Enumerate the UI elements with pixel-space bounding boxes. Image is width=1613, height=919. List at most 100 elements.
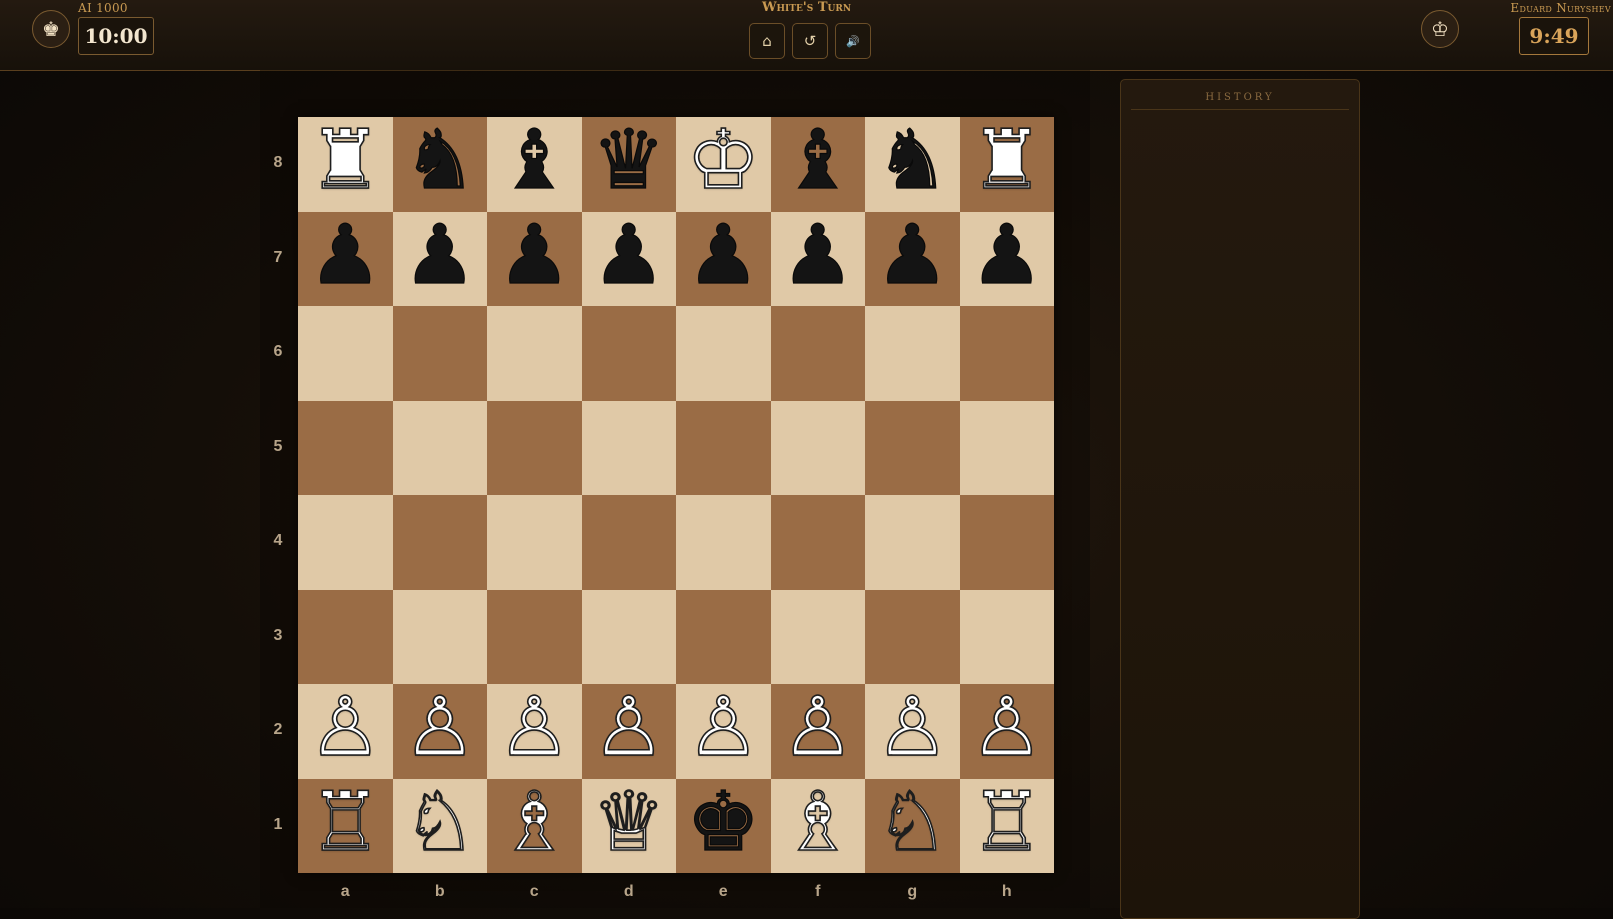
piece-b1[interactable]: ♘ bbox=[402, 780, 477, 864]
piece-h8[interactable]: ♜ bbox=[969, 119, 1044, 203]
square-d8[interactable]: ♛ bbox=[581, 117, 676, 212]
square-f5[interactable] bbox=[770, 400, 865, 495]
square-a5[interactable] bbox=[298, 400, 393, 495]
piece-h1[interactable]: ♖ bbox=[969, 780, 1044, 864]
square-h6[interactable] bbox=[959, 306, 1054, 401]
square-h1[interactable]: ♖ bbox=[959, 778, 1054, 873]
square-d5[interactable] bbox=[581, 400, 676, 495]
square-b5[interactable] bbox=[392, 400, 487, 495]
piece-a1[interactable]: ♖ bbox=[308, 780, 383, 864]
square-a1[interactable]: ♖ bbox=[298, 778, 393, 873]
square-b2[interactable]: ♙ bbox=[392, 684, 487, 779]
square-e7[interactable]: ♟ bbox=[676, 211, 771, 306]
square-d3[interactable] bbox=[581, 589, 676, 684]
square-a2[interactable]: ♙ bbox=[298, 684, 393, 779]
square-g2[interactable]: ♙ bbox=[865, 684, 960, 779]
piece-a2[interactable]: ♙ bbox=[308, 686, 383, 770]
piece-e2[interactable]: ♙ bbox=[686, 686, 761, 770]
square-f1[interactable]: ♗ bbox=[770, 778, 865, 873]
square-c2[interactable]: ♙ bbox=[487, 684, 582, 779]
square-d6[interactable] bbox=[581, 306, 676, 401]
square-c5[interactable] bbox=[487, 400, 582, 495]
square-b7[interactable]: ♟ bbox=[392, 211, 487, 306]
piece-c1[interactable]: ♗ bbox=[497, 780, 572, 864]
square-d7[interactable]: ♟ bbox=[581, 211, 676, 306]
square-e1[interactable]: ♚ bbox=[676, 778, 771, 873]
piece-d1[interactable]: ♕ bbox=[591, 780, 666, 864]
square-h4[interactable] bbox=[959, 495, 1054, 590]
square-c7[interactable]: ♟ bbox=[487, 211, 582, 306]
piece-f8[interactable]: ♝ bbox=[780, 119, 855, 202]
chess-board[interactable]: ♜ ♞ ♝ ♛ ♔ ♝ ♞ ♜ ♟ ♟ ♟ ♟ ♟ ♟ ♟ ♟ ♙ ♙ ♙ ♙ ♙ ♙ ♙ ♙ ♖ ♘ ♗ ♕ ♚ ♗ ♘ ♖ bbox=[298, 117, 1054, 873]
piece-d7[interactable]: ♟ bbox=[591, 214, 666, 297]
square-h5[interactable] bbox=[959, 400, 1054, 495]
square-f4[interactable] bbox=[770, 495, 865, 590]
square-e3[interactable] bbox=[676, 589, 771, 684]
piece-g8[interactable]: ♞ bbox=[875, 119, 950, 202]
piece-f7[interactable]: ♟ bbox=[780, 214, 855, 297]
square-e6[interactable] bbox=[676, 306, 771, 401]
square-h2[interactable]: ♙ bbox=[959, 684, 1054, 779]
square-c3[interactable] bbox=[487, 589, 582, 684]
square-d4[interactable] bbox=[581, 495, 676, 590]
piece-d8[interactable]: ♛ bbox=[591, 119, 666, 202]
square-c6[interactable] bbox=[487, 306, 582, 401]
piece-b2[interactable]: ♙ bbox=[402, 686, 477, 770]
square-e4[interactable] bbox=[676, 495, 771, 590]
square-g4[interactable] bbox=[865, 495, 960, 590]
piece-h7[interactable]: ♟ bbox=[969, 214, 1044, 297]
square-b4[interactable] bbox=[392, 495, 487, 590]
square-f8[interactable]: ♝ bbox=[770, 117, 865, 212]
piece-c7[interactable]: ♟ bbox=[497, 214, 572, 297]
square-c8[interactable]: ♝ bbox=[487, 117, 582, 212]
square-e5[interactable] bbox=[676, 400, 771, 495]
square-a4[interactable] bbox=[298, 495, 393, 590]
piece-a8[interactable]: ♜ bbox=[308, 119, 383, 203]
square-c1[interactable]: ♗ bbox=[487, 778, 582, 873]
piece-e1[interactable]: ♚ bbox=[686, 781, 761, 864]
piece-e8[interactable]: ♔ bbox=[686, 119, 761, 203]
square-h8[interactable]: ♜ bbox=[959, 117, 1054, 212]
square-g7[interactable]: ♟ bbox=[865, 211, 960, 306]
square-g1[interactable]: ♘ bbox=[865, 778, 960, 873]
square-f6[interactable] bbox=[770, 306, 865, 401]
piece-g7[interactable]: ♟ bbox=[875, 214, 950, 297]
square-g5[interactable] bbox=[865, 400, 960, 495]
square-b3[interactable] bbox=[392, 589, 487, 684]
square-a6[interactable] bbox=[298, 306, 393, 401]
square-e8[interactable]: ♔ bbox=[676, 117, 771, 212]
piece-a7[interactable]: ♟ bbox=[308, 214, 383, 297]
piece-c8[interactable]: ♝ bbox=[497, 119, 572, 202]
square-h3[interactable] bbox=[959, 589, 1054, 684]
square-g6[interactable] bbox=[865, 306, 960, 401]
square-b1[interactable]: ♘ bbox=[392, 778, 487, 873]
square-d1[interactable]: ♕ bbox=[581, 778, 676, 873]
restart-button[interactable]: ↺ bbox=[792, 23, 828, 59]
square-d2[interactable]: ♙ bbox=[581, 684, 676, 779]
home-button[interactable]: ⌂ bbox=[749, 23, 785, 59]
piece-c2[interactable]: ♙ bbox=[497, 686, 572, 770]
piece-f2[interactable]: ♙ bbox=[780, 686, 855, 770]
square-a3[interactable] bbox=[298, 589, 393, 684]
square-a7[interactable]: ♟ bbox=[298, 211, 393, 306]
square-h7[interactable]: ♟ bbox=[959, 211, 1054, 306]
piece-b8[interactable]: ♞ bbox=[402, 119, 477, 202]
square-b8[interactable]: ♞ bbox=[392, 117, 487, 212]
square-f2[interactable]: ♙ bbox=[770, 684, 865, 779]
square-c4[interactable] bbox=[487, 495, 582, 590]
square-f3[interactable] bbox=[770, 589, 865, 684]
sound-button[interactable]: 🔊 bbox=[835, 23, 871, 59]
piece-f1[interactable]: ♗ bbox=[780, 780, 855, 864]
piece-g2[interactable]: ♙ bbox=[875, 686, 950, 770]
piece-b7[interactable]: ♟ bbox=[402, 214, 477, 297]
square-b6[interactable] bbox=[392, 306, 487, 401]
square-e2[interactable]: ♙ bbox=[676, 684, 771, 779]
piece-h2[interactable]: ♙ bbox=[969, 686, 1044, 770]
square-g8[interactable]: ♞ bbox=[865, 117, 960, 212]
square-f7[interactable]: ♟ bbox=[770, 211, 865, 306]
square-a8[interactable]: ♜ bbox=[298, 117, 393, 212]
piece-e7[interactable]: ♟ bbox=[686, 214, 761, 297]
square-g3[interactable] bbox=[865, 589, 960, 684]
piece-g1[interactable]: ♘ bbox=[875, 780, 950, 864]
piece-d2[interactable]: ♙ bbox=[591, 686, 666, 770]
